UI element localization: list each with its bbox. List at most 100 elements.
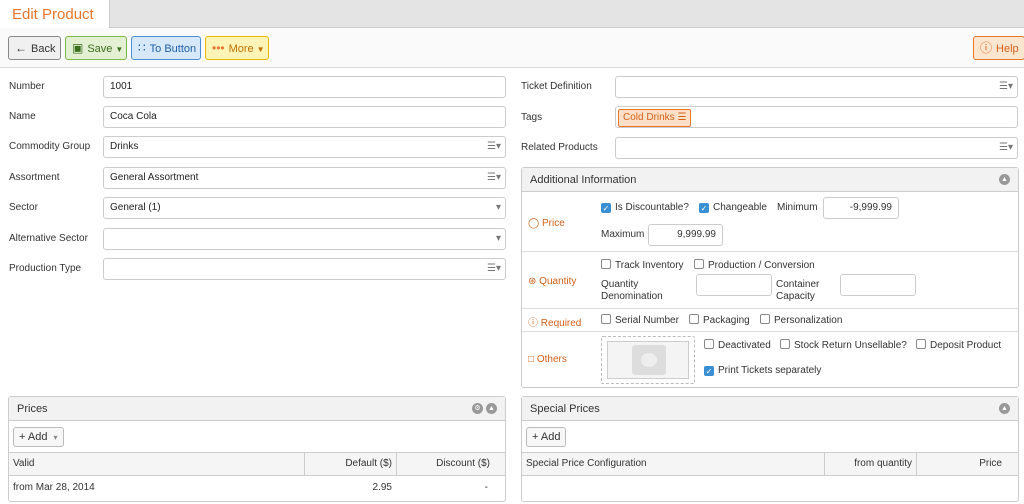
- number-field[interactable]: 1001: [103, 76, 506, 98]
- checkmark-icon: ✓: [699, 203, 709, 213]
- deactivated-label: Deactivated: [718, 340, 771, 351]
- additional-info-header: Additional Information ▲: [522, 168, 1018, 192]
- changeable-checkbox[interactable]: ✓ Changeable: [699, 202, 767, 213]
- quantity-denomination-label-1: Quantity: [601, 279, 639, 290]
- commodity-group-label: Commodity Group: [9, 141, 91, 152]
- number-label: Number: [9, 81, 45, 92]
- add-special-price-button[interactable]: + Add: [526, 427, 567, 447]
- checkmark-icon: ✓: [704, 366, 714, 376]
- track-inventory-checkbox[interactable]: Track Inventory: [601, 259, 684, 271]
- checkbox-box: [601, 314, 611, 324]
- sector-select[interactable]: General (1) ▾: [103, 197, 506, 219]
- ticket-definition-label: Ticket Definition: [521, 81, 592, 92]
- container-capacity-field[interactable]: [840, 274, 916, 296]
- alternative-sector-select[interactable]: ▾: [103, 228, 506, 250]
- checkmark-icon: ✓: [601, 203, 611, 213]
- quantity-denomination-field[interactable]: [696, 274, 772, 296]
- plus-icon: +: [19, 431, 26, 443]
- maximum-field[interactable]: 9,999.99: [648, 224, 723, 246]
- column-header[interactable]: Default ($): [304, 453, 396, 475]
- list-dropdown-icon: ☰▾: [487, 172, 501, 183]
- checkbox-box: [916, 339, 926, 349]
- collapse-icon[interactable]: ▲: [999, 174, 1010, 185]
- production-conversion-checkbox[interactable]: Production / Conversion: [694, 259, 815, 271]
- assortment-select[interactable]: General Assortment ☰▾: [103, 167, 506, 189]
- commodity-group-select[interactable]: Drinks ☰▾: [103, 136, 506, 158]
- personalization-checkbox[interactable]: Personalization: [760, 314, 842, 326]
- list-dropdown-icon: ☰▾: [999, 81, 1013, 92]
- collapse-icon[interactable]: ▲: [999, 403, 1010, 414]
- changeable-label: Changeable: [713, 202, 767, 213]
- checkbox-box: [704, 339, 714, 349]
- minimum-label: Minimum: [777, 202, 818, 213]
- column-header[interactable]: Discount ($): [396, 453, 492, 475]
- maximum-value: 9,999.99: [677, 229, 716, 240]
- help-button[interactable]: ⓘ Help: [973, 36, 1024, 60]
- list-dropdown-icon: ☰▾: [487, 141, 501, 152]
- to-button-button[interactable]: ∷ To Button: [131, 36, 201, 60]
- serial-number-checkbox[interactable]: Serial Number: [601, 314, 679, 326]
- plus-icon: +: [532, 431, 539, 443]
- quantity-denomination-label-2: Denomination: [601, 291, 663, 302]
- to-button-label: To Button: [149, 43, 197, 55]
- chevron-down-icon: ▼: [256, 45, 265, 54]
- more-button[interactable]: ••• More ▼: [205, 36, 269, 60]
- chevron-down-icon: ▾: [495, 233, 501, 244]
- checkbox-box: [780, 339, 790, 349]
- table-cell: -: [484, 482, 488, 493]
- prices-header: Prices ⚙ ▲: [9, 397, 505, 421]
- print-tickets-checkbox[interactable]: ✓ Print Tickets separately: [704, 365, 821, 376]
- save-label: Save: [87, 43, 113, 55]
- column-header[interactable]: Valid: [13, 453, 35, 475]
- save-button[interactable]: ▣ Save ▼: [65, 36, 127, 60]
- table-row[interactable]: from Mar 28, 2014 2.95 -: [9, 477, 505, 497]
- deactivated-checkbox[interactable]: Deactivated: [704, 339, 771, 351]
- serial-number-label: Serial Number: [615, 315, 679, 326]
- number-value: 1001: [110, 81, 133, 92]
- add-price-label: Add: [27, 431, 48, 443]
- ticket-definition-select[interactable]: ☰▾: [615, 76, 1018, 98]
- column-header[interactable]: from quantity: [824, 453, 916, 475]
- image-dropzone[interactable]: [601, 336, 695, 384]
- boxes-icon: ⊛: [528, 276, 537, 287]
- chevron-down-icon: ▾: [495, 202, 501, 213]
- table-cell: 2.95: [372, 482, 392, 493]
- production-type-label: Production Type: [9, 263, 82, 274]
- production-conversion-label: Production / Conversion: [708, 260, 815, 271]
- minimum-field[interactable]: -9,999.99: [823, 197, 899, 219]
- tags-field[interactable]: Cold Drinks ☰: [615, 106, 1018, 128]
- container-capacity-label-1: Container: [776, 279, 820, 290]
- additional-info-title: Additional Information: [530, 174, 637, 186]
- back-button[interactable]: ← Back: [8, 36, 61, 60]
- tag-label: Cold Drinks: [623, 112, 675, 123]
- chevron-down-icon: ▾: [53, 433, 58, 442]
- name-field[interactable]: Coca Cola: [103, 106, 506, 128]
- production-type-select[interactable]: ☰▾: [103, 258, 506, 280]
- quantity-section: ⊛ Quantity Track Inventory Production / …: [522, 252, 1018, 309]
- related-products-select[interactable]: ☰▾: [615, 137, 1018, 159]
- column-header[interactable]: Special Price Configuration: [526, 453, 647, 475]
- settings-icon[interactable]: ⚙: [472, 403, 483, 414]
- quantity-section-label: ⊛ Quantity: [528, 276, 576, 287]
- stock-return-checkbox[interactable]: Stock Return Unsellable?: [780, 339, 907, 351]
- dots-icon: •••: [212, 41, 225, 55]
- checkbox-box: [760, 314, 770, 324]
- back-label: Back: [31, 43, 56, 55]
- quantity-label: Quantity: [539, 276, 577, 287]
- deposit-product-checkbox[interactable]: Deposit Product: [916, 339, 1001, 351]
- add-price-button[interactable]: + Add ▾: [13, 427, 64, 447]
- question-icon: ⓘ: [980, 41, 993, 55]
- is-discountable-checkbox[interactable]: ✓ Is Discountable?: [601, 202, 689, 213]
- packaging-checkbox[interactable]: Packaging: [689, 314, 750, 326]
- tag-cold-drinks[interactable]: Cold Drinks ☰: [618, 109, 692, 127]
- tab-edit-product[interactable]: Edit Product: [0, 0, 110, 29]
- floppy-icon: ▣: [72, 41, 84, 55]
- column-header[interactable]: Price: [916, 453, 1006, 475]
- track-inventory-label: Track Inventory: [615, 260, 684, 271]
- print-tickets-label: Print Tickets separately: [718, 365, 822, 376]
- container-capacity-label-2: Capacity: [776, 291, 815, 302]
- minimum-value: -9,999.99: [849, 202, 892, 213]
- collapse-icon[interactable]: ▲: [486, 403, 497, 414]
- special-prices-header: Special Prices ▲: [522, 397, 1018, 421]
- others-section-label: □ Others: [528, 354, 567, 365]
